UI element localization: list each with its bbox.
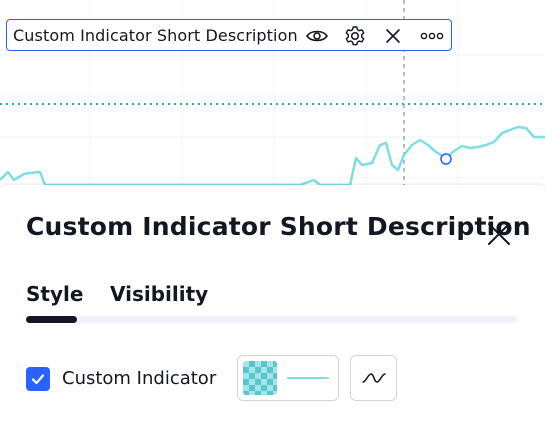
tab-style[interactable]: Style	[26, 282, 83, 306]
tab-track	[26, 316, 518, 323]
close-icon	[488, 223, 510, 245]
tab-visibility[interactable]: Visibility	[110, 282, 208, 306]
line-style-picker[interactable]	[237, 355, 339, 401]
panel-title: Custom Indicator Short Description	[26, 212, 531, 241]
color-swatch	[243, 361, 277, 395]
indicator-settings-panel: Custom Indicator Short Description Style…	[0, 185, 545, 427]
indicator-legend[interactable]: Custom Indicator Short Description	[6, 19, 452, 51]
more-icon[interactable]	[419, 24, 445, 48]
checkmark-icon	[31, 374, 45, 385]
line-preview	[287, 377, 329, 379]
plot-type-button[interactable]	[350, 355, 397, 401]
eye-icon[interactable]	[304, 24, 330, 48]
panel-close-button[interactable]	[484, 219, 514, 249]
indicator-series-line	[0, 125, 545, 187]
legend-title: Custom Indicator Short Description	[13, 25, 298, 45]
gear-icon[interactable]	[342, 24, 368, 48]
active-tab-indicator	[26, 316, 77, 323]
crosshair-point-marker	[440, 153, 452, 165]
wave-line-icon	[361, 373, 386, 383]
plot-label[interactable]: Custom Indicator	[62, 368, 216, 389]
close-icon[interactable]	[380, 24, 406, 48]
plot-visibility-checkbox[interactable]	[26, 367, 50, 391]
